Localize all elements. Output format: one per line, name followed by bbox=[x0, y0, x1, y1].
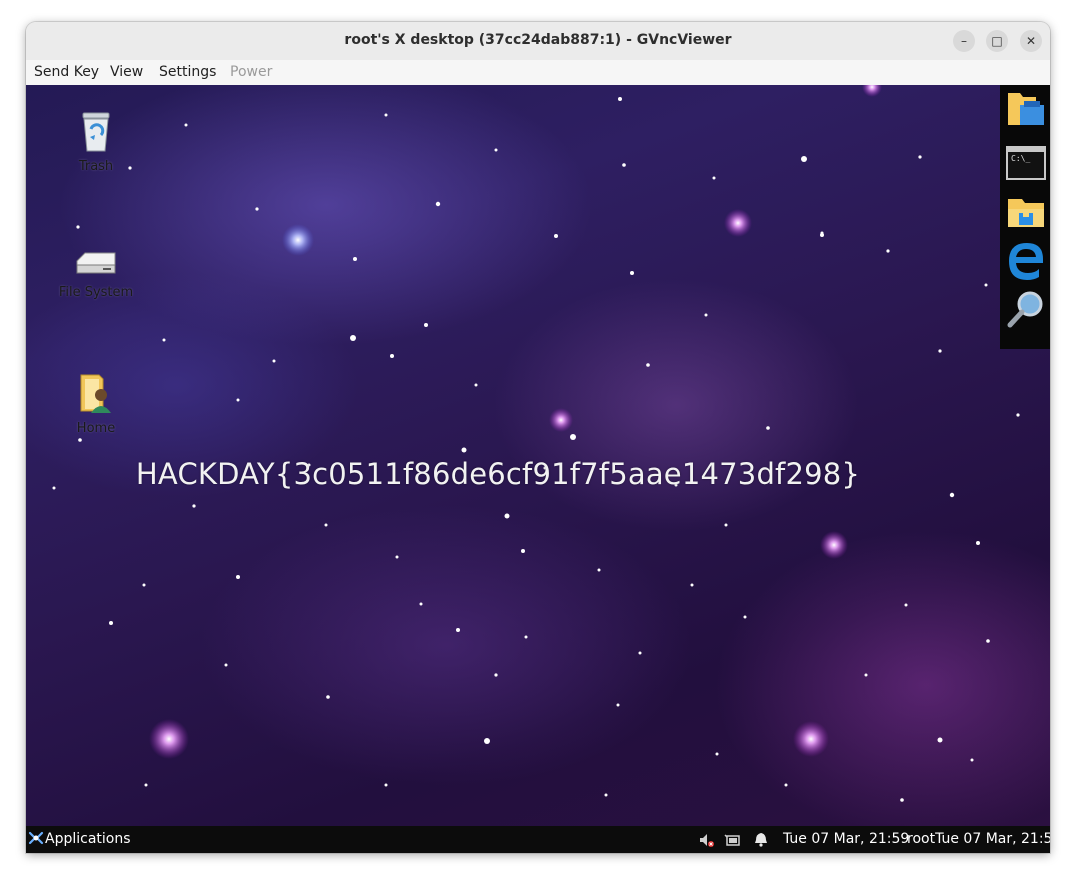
title-bar[interactable]: root's X desktop (37cc24dab887:1) - GVnc… bbox=[26, 22, 1050, 61]
search-icon bbox=[1007, 291, 1043, 328]
notifications-button[interactable] bbox=[753, 831, 769, 851]
close-button[interactable]: ✕ bbox=[1020, 30, 1042, 52]
remote-desktop[interactable]: HACKDAY{3c0511f86de6cf91f7f5aae1473df298… bbox=[26, 85, 1050, 826]
battery-plug-icon bbox=[724, 834, 740, 846]
flag-text: HACKDAY{3c0511f86de6cf91f7f5aae1473df298… bbox=[135, 457, 861, 491]
dock-item-file-manager[interactable] bbox=[1006, 89, 1046, 129]
file-manager-icon bbox=[1008, 93, 1044, 125]
minimize-button[interactable]: – bbox=[953, 30, 975, 52]
maximize-icon: □ bbox=[991, 34, 1003, 48]
nebula-glows bbox=[149, 85, 882, 759]
desktop-icon-file-system[interactable]: File System bbox=[51, 249, 141, 300]
minimize-icon: – bbox=[961, 34, 967, 48]
menu-view[interactable]: View bbox=[110, 64, 143, 80]
applications-icon bbox=[28, 831, 44, 845]
menu-settings[interactable]: Settings bbox=[159, 64, 216, 80]
dock: C:\_ bbox=[1000, 85, 1050, 349]
desktop-icon-trash[interactable]: Trash bbox=[51, 109, 141, 174]
browser-icon bbox=[1009, 243, 1043, 280]
menu-send-key[interactable]: Send Key bbox=[34, 64, 99, 80]
menu-power: Power bbox=[230, 64, 273, 80]
home-folder-icon bbox=[80, 374, 111, 413]
power-manager-button[interactable] bbox=[724, 832, 742, 852]
terminal-icon: C:\_ bbox=[1006, 146, 1046, 180]
speaker-muted-icon bbox=[700, 834, 714, 847]
dock-item-browser[interactable] bbox=[1006, 239, 1046, 280]
volume-muted-icon[interactable] bbox=[698, 832, 714, 852]
menu-bar: Send Key View Settings Power bbox=[26, 60, 1050, 86]
dock-item-folder[interactable] bbox=[1006, 193, 1046, 233]
dock-item-search[interactable] bbox=[1006, 289, 1046, 329]
desktop-icon-label: Home bbox=[76, 421, 116, 436]
close-icon: ✕ bbox=[1025, 34, 1037, 48]
panel-clock[interactable]: Tue 07 Mar, 21:59 bbox=[783, 831, 909, 847]
trash-icon bbox=[82, 112, 110, 152]
bell-icon bbox=[755, 833, 767, 847]
applications-label: Applications bbox=[45, 831, 131, 847]
desktop-icon-label: File System bbox=[58, 285, 134, 300]
dock-item-terminal[interactable]: C:\_ bbox=[1006, 143, 1046, 183]
drive-icon bbox=[76, 252, 116, 274]
stars bbox=[52, 97, 1020, 802]
desktop-icon-home[interactable]: Home bbox=[51, 371, 141, 436]
vnc-viewer-window: root's X desktop (37cc24dab887:1) - GVnc… bbox=[26, 22, 1050, 853]
svg-text:C:\_: C:\_ bbox=[1011, 154, 1030, 163]
folder-icon bbox=[1008, 199, 1044, 227]
desktop-icon-label: Trash bbox=[78, 159, 114, 174]
applications-menu-button[interactable]: Applications bbox=[28, 830, 131, 850]
panel-user-clock[interactable]: rootTue 07 Mar, 21:59 bbox=[907, 831, 1050, 847]
starfield-background bbox=[52, 85, 1020, 802]
taskbar-panel: Applications Tue 07 Mar, 21:59 rootTue 0… bbox=[26, 826, 1050, 853]
window-title: root's X desktop (37cc24dab887:1) - GVnc… bbox=[344, 32, 732, 48]
maximize-button[interactable]: □ bbox=[986, 30, 1008, 52]
